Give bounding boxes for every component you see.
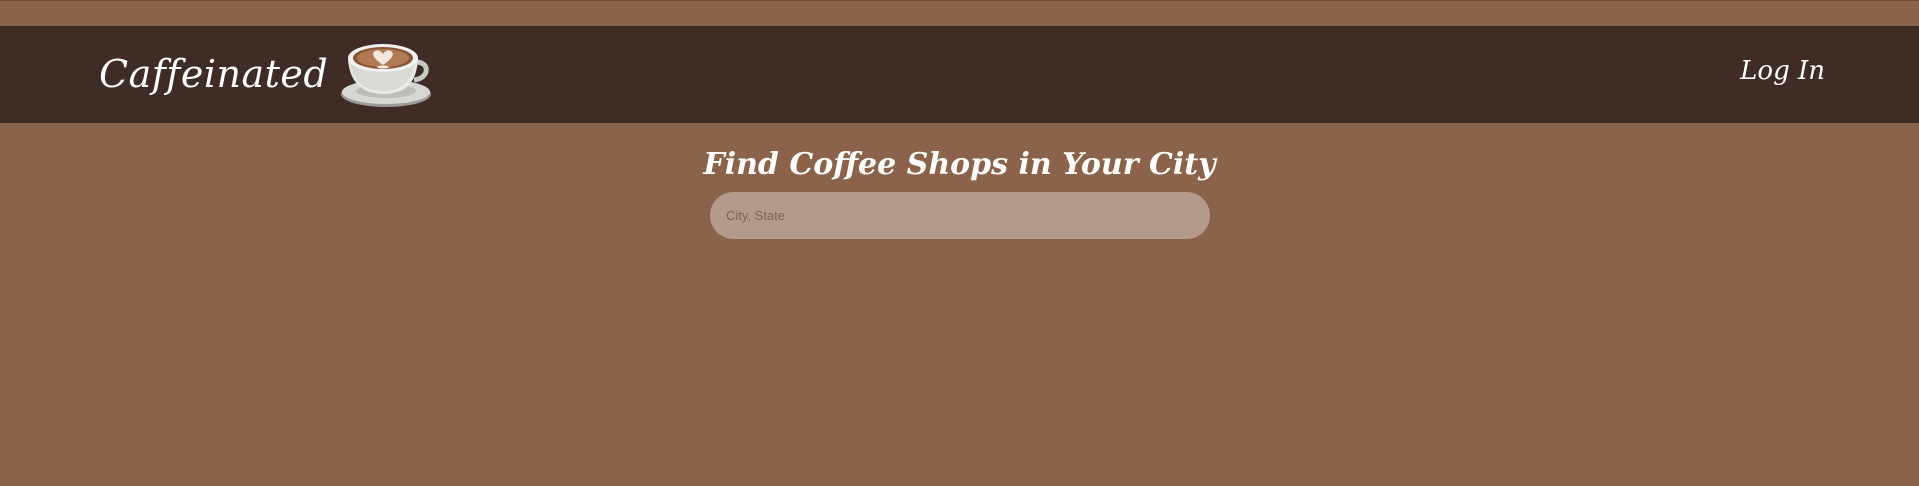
navbar: Caffeinated Log In bbox=[0, 26, 1919, 123]
city-search-input[interactable] bbox=[710, 192, 1210, 239]
brand-link[interactable]: Caffeinated bbox=[99, 34, 434, 114]
login-link[interactable]: Log In bbox=[1740, 58, 1825, 84]
top-strip bbox=[0, 0, 1919, 26]
page-title: Find Coffee Shops in Your City bbox=[703, 147, 1216, 182]
coffee-cup-icon bbox=[341, 44, 432, 107]
brand-name: Caffeinated bbox=[99, 52, 329, 96]
search-container bbox=[710, 192, 1210, 239]
page: Caffeinated Log In Find Coffee Shops in … bbox=[0, 0, 1919, 486]
